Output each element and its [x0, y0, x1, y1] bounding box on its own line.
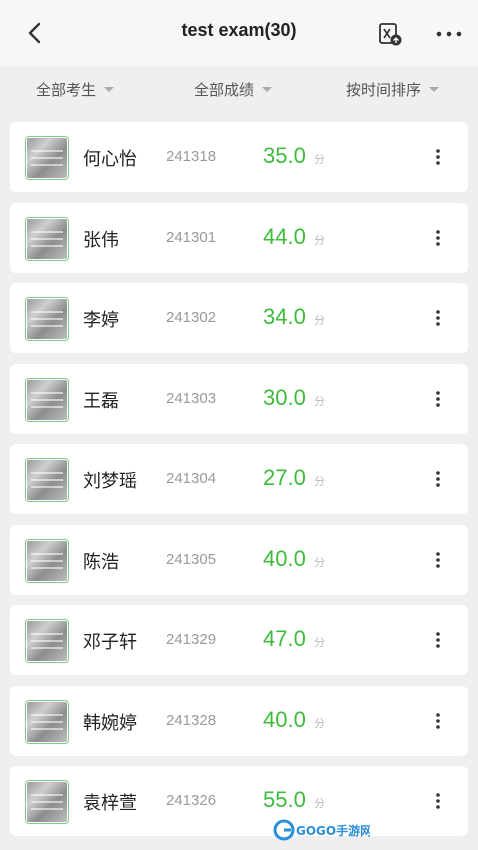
- answer-sheet-thumbnail[interactable]: [25, 700, 69, 744]
- score-unit: 分: [314, 717, 325, 730]
- student-id: 241329: [166, 631, 217, 648]
- gogo-watermark-logo: GOGO手游网: [273, 819, 370, 841]
- row-more-button[interactable]: [428, 545, 448, 575]
- watermark-text: GOGO手游网: [296, 823, 370, 838]
- answer-sheet-thumbnail[interactable]: [25, 619, 69, 663]
- student-name: 刘梦瑶: [83, 471, 137, 492]
- top-navigation-bar: test exam(30): [0, 0, 478, 66]
- student-id: 241301: [166, 229, 217, 246]
- more-vertical-icon: [436, 471, 440, 487]
- student-score: 30.0: [263, 385, 306, 410]
- student-card[interactable]: 邓子轩 241329 47.0 分: [10, 605, 468, 675]
- row-more-button[interactable]: [428, 223, 448, 253]
- student-card[interactable]: 王磊 241303 30.0 分: [10, 364, 468, 434]
- score-unit: 分: [314, 314, 325, 327]
- answer-sheet-thumbnail[interactable]: [25, 136, 69, 180]
- student-score: 55.0: [263, 787, 306, 812]
- filter-label: 全部考生: [36, 81, 97, 99]
- student-id: 241303: [166, 390, 217, 407]
- more-vertical-icon: [436, 552, 440, 568]
- export-document-icon: [379, 23, 402, 46]
- answer-sheet-thumbnail[interactable]: [25, 378, 69, 422]
- filter-bar: 全部考生 全部成绩 按时间排序: [0, 66, 478, 114]
- student-name: 张伟: [83, 230, 119, 251]
- student-id: 241328: [166, 712, 217, 729]
- filter-all-examinees[interactable]: 全部考生: [36, 79, 115, 100]
- answer-sheet-thumbnail[interactable]: [25, 297, 69, 341]
- more-vertical-icon: [436, 713, 440, 729]
- more-vertical-icon: [436, 310, 440, 326]
- caret-down-icon: [104, 87, 115, 92]
- filter-label: 按时间排序: [346, 81, 422, 99]
- score-unit: 分: [314, 234, 325, 247]
- student-name: 李婷: [83, 310, 119, 331]
- more-vertical-icon: [436, 149, 440, 165]
- row-more-button[interactable]: [428, 786, 448, 816]
- student-id: 241305: [166, 551, 217, 568]
- student-name: 何心怡: [83, 149, 137, 170]
- more-vertical-icon: [436, 230, 440, 246]
- row-more-button[interactable]: [428, 464, 448, 494]
- student-card[interactable]: 陈浩 241305 40.0 分: [10, 525, 468, 595]
- student-score: 47.0: [263, 626, 306, 651]
- student-card[interactable]: 张伟 241301 44.0 分: [10, 203, 468, 273]
- score-unit: 分: [314, 797, 325, 810]
- student-score: 40.0: [263, 546, 306, 571]
- student-id: 241304: [166, 470, 217, 487]
- more-options-button[interactable]: [434, 20, 464, 48]
- student-score: 40.0: [263, 707, 306, 732]
- student-name: 袁梓萱: [83, 793, 137, 814]
- filter-sort-by-time[interactable]: 按时间排序: [346, 79, 440, 100]
- answer-sheet-thumbnail[interactable]: [25, 780, 69, 824]
- student-score: 44.0: [263, 224, 306, 249]
- student-score: 27.0: [263, 465, 306, 490]
- student-id: 241302: [166, 309, 217, 326]
- student-card[interactable]: 刘梦瑶 241304 27.0 分: [10, 444, 468, 514]
- filter-all-scores[interactable]: 全部成绩: [194, 79, 273, 100]
- caret-down-icon: [262, 87, 273, 92]
- student-card[interactable]: 韩婉婷 241328 40.0 分: [10, 686, 468, 756]
- more-vertical-icon: [436, 793, 440, 809]
- student-id: 241318: [166, 148, 217, 165]
- student-id: 241326: [166, 792, 217, 809]
- answer-sheet-thumbnail[interactable]: [25, 217, 69, 261]
- more-horizontal-icon: [436, 31, 462, 37]
- score-unit: 分: [314, 153, 325, 166]
- caret-down-icon: [429, 87, 440, 92]
- student-card[interactable]: 李婷 241302 34.0 分: [10, 283, 468, 353]
- score-unit: 分: [314, 556, 325, 569]
- score-unit: 分: [314, 636, 325, 649]
- row-more-button[interactable]: [428, 706, 448, 736]
- student-name: 邓子轩: [83, 632, 137, 653]
- score-unit: 分: [314, 395, 325, 408]
- page-title: test exam(30): [181, 20, 297, 40]
- row-more-button[interactable]: [428, 384, 448, 414]
- row-more-button[interactable]: [428, 625, 448, 655]
- student-score: 35.0: [263, 143, 306, 168]
- answer-sheet-thumbnail[interactable]: [25, 458, 69, 502]
- filter-label: 全部成绩: [194, 81, 255, 99]
- score-unit: 分: [314, 475, 325, 488]
- student-name: 陈浩: [83, 552, 119, 573]
- more-vertical-icon: [436, 391, 440, 407]
- more-vertical-icon: [436, 632, 440, 648]
- student-name: 王磊: [83, 391, 119, 412]
- export-button[interactable]: [376, 20, 404, 48]
- row-more-button[interactable]: [428, 303, 448, 333]
- student-card[interactable]: 何心怡 241318 35.0 分: [10, 122, 468, 192]
- answer-sheet-thumbnail[interactable]: [25, 539, 69, 583]
- student-card[interactable]: 袁梓萱 241326 55.0 分: [10, 766, 468, 836]
- student-score: 34.0: [263, 304, 306, 329]
- row-more-button[interactable]: [428, 142, 448, 172]
- student-name: 韩婉婷: [83, 713, 137, 734]
